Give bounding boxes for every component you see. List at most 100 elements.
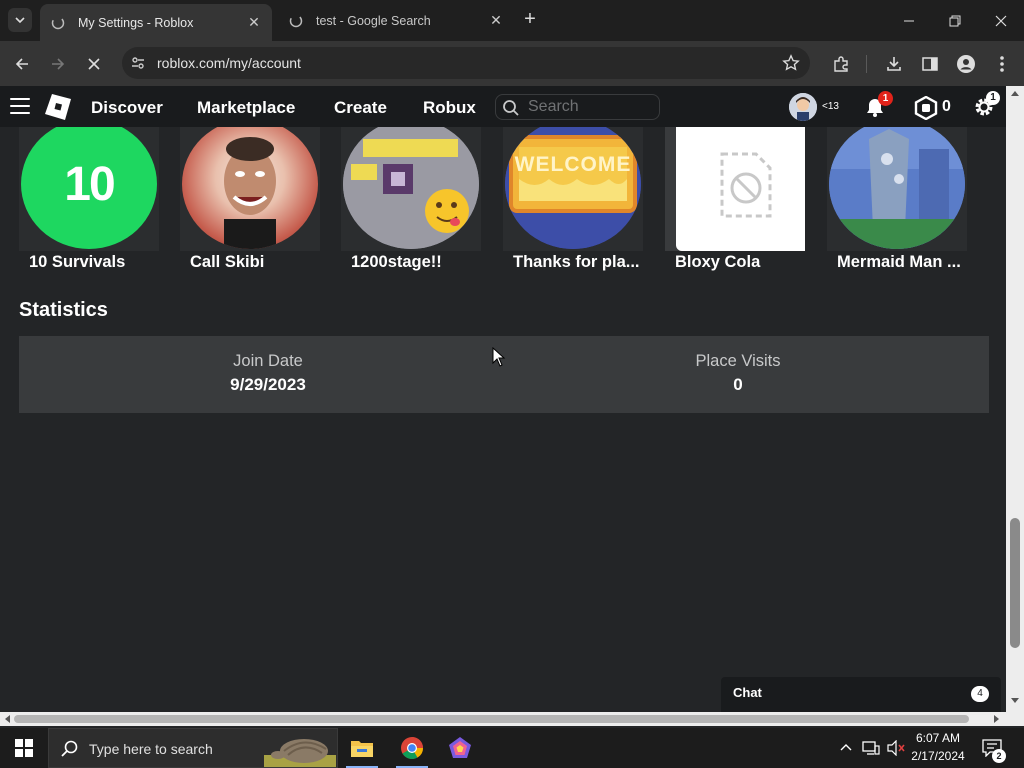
chrome-app[interactable]	[388, 728, 436, 768]
restore-icon	[949, 15, 961, 26]
close-icon	[88, 58, 100, 70]
join-date-stat: Join Date 9/29/2023	[118, 352, 418, 395]
vertical-scrollbar[interactable]	[1006, 86, 1024, 712]
close-icon	[995, 15, 1007, 26]
horizontal-scrollbar-thumb[interactable]	[14, 715, 969, 723]
close-tab-icon[interactable]: ✕	[246, 14, 262, 31]
robux-icon[interactable]	[914, 96, 938, 120]
chevron-down-icon	[15, 17, 25, 24]
scroll-down-icon[interactable]	[1011, 698, 1019, 704]
tab-title: My Settings - Roblox	[78, 15, 194, 30]
network-icon[interactable]	[862, 740, 880, 756]
clock-date[interactable]: 2/17/2024	[908, 749, 968, 763]
side-panel-icon	[922, 57, 938, 71]
search-placeholder: Search	[528, 98, 579, 115]
chat-count-badge: 4	[971, 686, 989, 702]
game-thumbnail[interactable]: 10	[19, 127, 159, 251]
profile-icon	[957, 55, 975, 73]
nav-marketplace[interactable]: Marketplace	[197, 98, 295, 118]
roblox-logo-icon[interactable]	[45, 94, 71, 120]
game-card[interactable]: Call Skibi	[180, 127, 320, 272]
mouse-cursor-icon	[492, 347, 506, 367]
close-tab-icon[interactable]: ✕	[488, 12, 504, 29]
download-icon	[887, 57, 901, 71]
url-text[interactable]: roblox.com/my/account	[157, 55, 301, 71]
notifications-badge: 1	[878, 91, 893, 106]
game-card[interactable]: 1200stage!!	[341, 127, 481, 272]
site-settings-icon[interactable]	[130, 55, 146, 71]
notifications-button[interactable]: 1	[864, 91, 893, 123]
scroll-right-icon[interactable]	[994, 715, 1000, 723]
game-name[interactable]: 10 Survivals	[19, 253, 159, 272]
chat-label: Chat	[733, 685, 762, 700]
taskbar-search-input[interactable]: Type here to search	[48, 728, 338, 768]
thumb-text: 10	[64, 157, 115, 211]
start-button[interactable]	[0, 728, 48, 768]
settings-button[interactable]: 1	[971, 91, 1000, 125]
game-thumbnail[interactable]	[180, 127, 320, 251]
scroll-left-icon[interactable]	[4, 715, 10, 723]
game-thumbnail[interactable]	[665, 127, 805, 251]
menu-hamburger-icon[interactable]	[10, 98, 30, 114]
restore-button[interactable]	[932, 0, 978, 41]
extensions-button[interactable]	[830, 53, 852, 75]
search-icon	[61, 740, 78, 757]
tab-my-settings[interactable]: My Settings - Roblox ✕	[40, 4, 272, 41]
game-name[interactable]: Bloxy Cola	[665, 253, 805, 272]
stop-loading-button[interactable]	[80, 50, 108, 78]
nav-robux[interactable]: Robux	[423, 98, 476, 118]
game-thumbnail[interactable]	[341, 127, 481, 251]
scroll-up-icon[interactable]	[1011, 90, 1019, 96]
pinned-app[interactable]	[436, 728, 484, 768]
downloads-button[interactable]	[883, 53, 905, 75]
game-name[interactable]: 1200stage!!	[341, 253, 481, 272]
game-card[interactable]: Bloxy Cola	[665, 127, 805, 272]
bookmark-star-icon[interactable]	[782, 54, 800, 72]
game-name[interactable]: Thanks for pla...	[503, 253, 643, 272]
game-thumbnail[interactable]: WELCOME	[503, 127, 643, 251]
join-date-label: Join Date	[233, 352, 303, 370]
avatar[interactable]	[789, 93, 817, 121]
browser-toolbar: roblox.com/my/account	[0, 41, 1024, 86]
more-vertical-icon	[1000, 56, 1004, 72]
age-label: <13	[822, 101, 839, 112]
minimize-button[interactable]	[886, 0, 932, 41]
game-name[interactable]: Mermaid Man ...	[827, 253, 967, 272]
clock-time[interactable]: 6:07 AM	[910, 731, 966, 745]
toolbar-divider	[866, 55, 867, 73]
windows-logo-icon	[15, 739, 33, 757]
folder-icon	[351, 741, 373, 757]
robux-balance[interactable]: 0	[942, 98, 951, 116]
forward-button[interactable]	[44, 50, 72, 78]
file-explorer-app[interactable]	[338, 728, 386, 768]
nav-discover[interactable]: Discover	[91, 98, 163, 118]
roblox-search-input[interactable]: Search	[495, 94, 660, 120]
nav-create[interactable]: Create	[334, 98, 387, 118]
place-visits-value: 0	[733, 375, 743, 394]
tab-search-button[interactable]	[8, 8, 32, 32]
game-card[interactable]: Mermaid Man ...	[827, 127, 967, 272]
new-tab-button[interactable]: +	[520, 9, 540, 30]
volume-muted-icon[interactable]	[886, 740, 906, 756]
chat-widget[interactable]: Chat 4	[721, 677, 1001, 712]
game-card[interactable]: WELCOME Thanks for pla...	[503, 127, 643, 272]
thumb-text: WELCOME	[514, 153, 632, 176]
chevron-up-icon[interactable]	[840, 742, 852, 752]
browser-menu-button[interactable]	[991, 53, 1013, 75]
game-thumbnail[interactable]	[827, 127, 967, 251]
profile-button[interactable]	[955, 53, 977, 75]
address-bar[interactable]: roblox.com/my/account	[122, 47, 810, 79]
armadillo-search-highlight-icon	[264, 739, 336, 767]
side-panel-button[interactable]	[919, 53, 941, 75]
close-window-button[interactable]	[978, 0, 1024, 41]
game-card[interactable]: 10 10 Survivals	[19, 127, 159, 272]
back-button[interactable]	[8, 50, 36, 78]
tab-google-search[interactable]: test - Google Search ✕	[278, 4, 514, 37]
horizontal-scrollbar[interactable]	[0, 712, 1006, 726]
vertical-scrollbar-thumb[interactable]	[1010, 518, 1020, 648]
browser-tab-strip: My Settings - Roblox ✕ test - Google Sea…	[0, 0, 1024, 41]
main-content: 10 10 Survivals Call Skibi 1200stage!! W…	[0, 127, 1006, 712]
broken-image-icon	[720, 152, 772, 218]
puzzle-icon	[834, 56, 848, 72]
game-name[interactable]: Call Skibi	[180, 253, 320, 272]
